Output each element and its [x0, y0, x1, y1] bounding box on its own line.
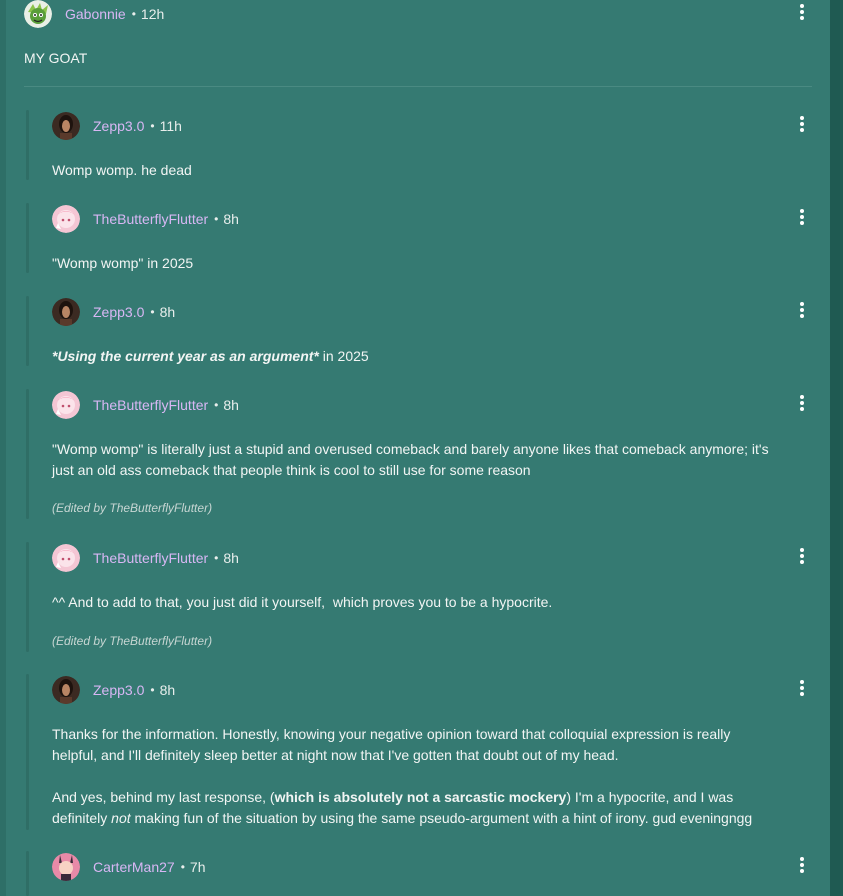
edited-note: (Edited by TheButterflyFlutter) — [52, 634, 213, 648]
more-vertical-icon[interactable] — [796, 547, 808, 565]
reply-comment: CarterMan27 • 7h — [24, 851, 824, 896]
comment-header: TheButterflyFlutter • 8h — [52, 544, 239, 572]
timestamp: 8h — [223, 550, 239, 566]
separator: • — [214, 212, 219, 226]
comment-header: TheButterflyFlutter • 8h — [52, 205, 239, 233]
avatar[interactable] — [52, 544, 80, 572]
timestamp: 7h — [189, 859, 206, 875]
more-vertical-icon[interactable] — [796, 679, 808, 697]
author-name[interactable]: TheButterflyFlutter — [93, 211, 208, 227]
thread-line[interactable] — [26, 110, 29, 180]
author-name[interactable]: Gabonnie — [65, 6, 126, 22]
separator: • — [150, 683, 155, 697]
author-name[interactable]: Zepp3.0 — [93, 304, 144, 320]
avatar[interactable] — [52, 391, 80, 419]
scroll-edge — [830, 0, 843, 896]
top-comment: Gabonnie • 12h MY GOAT — [6, 0, 830, 90]
timestamp: 8h — [159, 682, 176, 698]
comment-text: ^^ And to add to that, you just did it y… — [52, 594, 553, 610]
avatar[interactable] — [52, 676, 80, 704]
comment-header: Zepp3.0 • 8h — [52, 298, 175, 326]
avatar[interactable] — [52, 298, 80, 326]
comment-text: MY GOAT — [24, 50, 88, 66]
text-segment: And yes, behind my last response, ( — [52, 789, 275, 805]
more-vertical-icon[interactable] — [796, 394, 808, 412]
text-segment: making fun of the situation by using the… — [130, 810, 753, 826]
thread-line[interactable] — [26, 674, 29, 830]
thread-line[interactable] — [26, 851, 29, 896]
reply-comment: TheButterflyFlutter • 8h "Womp womp" is … — [24, 389, 824, 521]
comment-text: Womp womp. he dead — [52, 162, 192, 178]
thread-line[interactable] — [26, 203, 29, 273]
separator: • — [180, 860, 185, 874]
bold-text: which is absolutely not a sarcastic mock… — [274, 789, 567, 805]
avatar[interactable] — [52, 205, 80, 233]
timestamp: 8h — [223, 211, 239, 227]
comment-header: CarterMan27 • 7h — [52, 853, 205, 881]
comment-text-rest: in 2025 — [318, 348, 369, 364]
comment-line: And yes, behind my last response, (which… — [52, 787, 752, 808]
comment-header: Zepp3.0 • 8h — [52, 676, 175, 704]
author-name[interactable]: CarterMan27 — [93, 859, 175, 875]
separator: • — [214, 398, 219, 412]
comment-line: "Womp womp" is literally just a stupid a… — [52, 441, 769, 457]
timestamp: 8h — [159, 304, 176, 320]
comment-text: "Womp womp" is literally just a stupid a… — [52, 439, 769, 481]
more-vertical-icon[interactable] — [796, 856, 808, 874]
avatar[interactable] — [52, 853, 80, 881]
comment-line: definitely not making fun of the situati… — [52, 808, 752, 829]
reply-comment: TheButterflyFlutter • 8h ^^ And to add t… — [24, 542, 824, 654]
comment-text: Thanks for the information. Honestly, kn… — [52, 724, 752, 829]
thread-line[interactable] — [26, 389, 29, 519]
author-name[interactable]: TheButterflyFlutter — [93, 550, 208, 566]
divider — [24, 86, 812, 87]
edited-note: (Edited by TheButterflyFlutter) — [52, 501, 213, 515]
more-vertical-icon[interactable] — [796, 115, 808, 133]
reply-comment: Zepp3.0 • 8h Thanks for the information.… — [24, 674, 824, 832]
separator: • — [214, 551, 219, 565]
comment-header: TheButterflyFlutter • 8h — [52, 391, 239, 419]
separator: • — [150, 305, 155, 319]
thread-line[interactable] — [26, 542, 29, 652]
comment-header: Gabonnie • 12h — [24, 0, 164, 28]
author-name[interactable]: TheButterflyFlutter — [93, 397, 208, 413]
reply-comment: Zepp3.0 • 8h *Using the current year as … — [24, 296, 824, 368]
author-name[interactable]: Zepp3.0 — [93, 682, 144, 698]
more-vertical-icon[interactable] — [796, 301, 808, 319]
comment-header: Zepp3.0 • 11h — [52, 112, 182, 140]
reply-comment: TheButterflyFlutter • 8h "Womp womp" in … — [24, 203, 824, 275]
comment-line: just an old ass comeback that people thi… — [52, 462, 531, 478]
timestamp: 12h — [140, 6, 165, 22]
comment-text: *Using the current year as an argument* … — [52, 346, 369, 367]
separator: • — [131, 7, 136, 21]
more-vertical-icon[interactable] — [796, 208, 808, 226]
emphasized-text: *Using the current year as an argument* — [52, 348, 319, 364]
separator: • — [150, 119, 155, 133]
reply-comment: Zepp3.0 • 11h Womp womp. he dead — [24, 110, 824, 182]
comment-text: "Womp womp" in 2025 — [52, 255, 194, 271]
comment-line: Thanks for the information. Honestly, kn… — [52, 726, 731, 742]
comment-line: helpful, and I'll definitely sleep bette… — [52, 747, 619, 763]
avatar[interactable] — [52, 112, 80, 140]
text-segment: ) I'm a hypocrite, and I was — [566, 789, 734, 805]
thread-line[interactable] — [26, 296, 29, 366]
avatar[interactable] — [24, 0, 52, 28]
text-segment: definitely — [52, 810, 112, 826]
timestamp: 8h — [223, 397, 239, 413]
author-name[interactable]: Zepp3.0 — [93, 118, 144, 134]
comments-panel: Gabonnie • 12h MY GOAT Zepp3.0 • 11h Wom… — [0, 0, 830, 896]
more-vertical-icon[interactable] — [796, 3, 808, 21]
italic-text: not — [111, 810, 131, 826]
timestamp: 11h — [159, 118, 182, 134]
